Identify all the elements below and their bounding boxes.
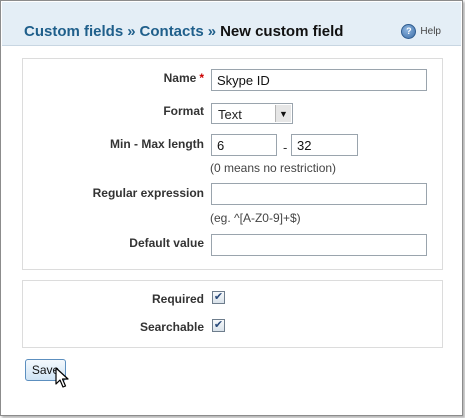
- regex-input[interactable]: [211, 183, 427, 205]
- breadcrumb-separator: »: [207, 23, 217, 40]
- help-label: Help: [420, 26, 441, 37]
- help-link[interactable]: ? Help: [401, 24, 441, 39]
- length-hint: (0 means no restriction): [210, 161, 337, 175]
- name-label: Name *: [163, 71, 204, 85]
- page-header: Custom fields» Contacts» New custom field …: [2, 2, 461, 46]
- check-icon: ✔: [213, 319, 224, 331]
- required-label: Required: [151, 292, 204, 306]
- regex-hint: (eg. ^[A-Z0-9]+$): [210, 211, 301, 225]
- required-checkbox[interactable]: ✔: [212, 291, 225, 304]
- breadcrumb-custom-fields[interactable]: Custom fields: [24, 23, 123, 40]
- length-label: Min - Max length: [110, 137, 204, 151]
- format-select[interactable]: Text ▼: [211, 103, 293, 124]
- searchable-checkbox[interactable]: ✔: [212, 319, 225, 332]
- page-title: New custom field: [220, 23, 344, 40]
- format-label: Format: [163, 104, 204, 118]
- regex-label: Regular expression: [92, 186, 204, 200]
- name-input[interactable]: [211, 69, 427, 91]
- mouse-cursor-icon: [55, 367, 69, 388]
- check-icon: ✔: [213, 291, 224, 303]
- help-icon: ?: [401, 24, 417, 39]
- range-separator: -: [283, 140, 288, 155]
- dropdown-arrow-icon: ▼: [275, 105, 291, 122]
- default-value-label: Default value: [129, 236, 204, 250]
- min-length-input[interactable]: [211, 134, 277, 156]
- format-selected-value: Text: [218, 107, 242, 122]
- searchable-label: Searchable: [139, 320, 204, 334]
- breadcrumb-contacts[interactable]: Contacts: [140, 23, 204, 40]
- breadcrumb-separator: »: [127, 23, 136, 40]
- max-length-input[interactable]: [291, 134, 358, 156]
- default-value-input[interactable]: [211, 234, 427, 256]
- breadcrumb: Custom fields» Contacts» New custom field: [24, 23, 343, 40]
- field-flags-panel: [22, 280, 443, 348]
- required-marker: *: [199, 71, 204, 85]
